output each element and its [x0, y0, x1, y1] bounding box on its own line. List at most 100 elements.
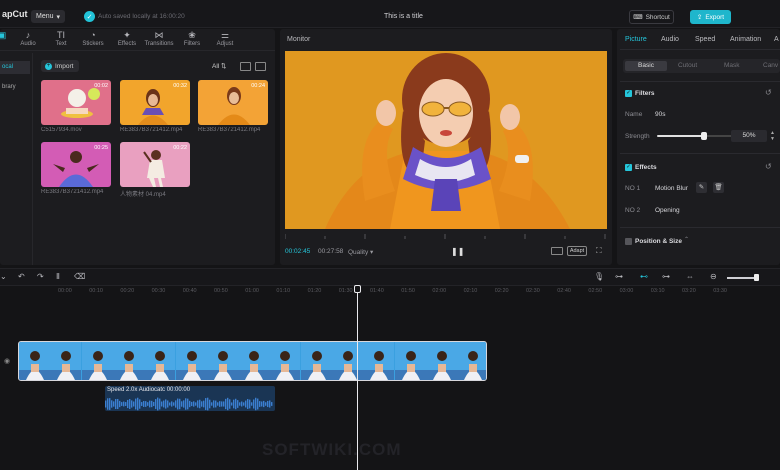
ruler-label: 00:30 — [151, 288, 166, 294]
sidebar-item-local[interactable]: ocal — [0, 61, 30, 74]
thumbnail-label: RE3837B3721412.mp4 — [41, 189, 104, 195]
video-preview[interactable] — [285, 51, 607, 229]
media-thumbnail[interactable]: 00:25 — [41, 142, 111, 187]
position-checkbox[interactable] — [625, 238, 632, 245]
export-button[interactable]: ⇪ Export — [690, 10, 731, 24]
tool-effects[interactable]: ✦ Effects — [111, 30, 143, 47]
total-time: 00:27:58 — [318, 248, 344, 255]
link-icon[interactable]: ⊶ — [615, 272, 623, 281]
import-button[interactable]: + Import — [41, 60, 79, 72]
tool-filters[interactable]: ❀ Filters — [176, 30, 208, 47]
tab-more[interactable]: A — [774, 36, 779, 43]
media-thumbnail[interactable]: 00:22 — [120, 142, 190, 187]
fullscreen-icon[interactable]: ⛶ — [596, 246, 602, 256]
video-clip[interactable] — [18, 341, 487, 381]
clip-frame — [19, 342, 50, 380]
zoom-slider-handle[interactable] — [754, 274, 759, 281]
stepper-icon[interactable]: ▲ ▼ — [770, 130, 775, 142]
clip-frame — [50, 342, 82, 380]
media-thumbnail[interactable]: 00:32 — [120, 80, 190, 125]
clip-frame — [112, 342, 144, 380]
split-icon[interactable]: Ⅱ — [56, 272, 60, 281]
media-thumbnail[interactable]: 00:02 — [41, 80, 111, 125]
pause-icon[interactable]: ❚❚ — [451, 247, 464, 256]
effects-title: Effects — [635, 164, 657, 171]
subtab-mask[interactable]: Mask — [724, 62, 740, 69]
filter-all-dropdown[interactable]: All ⇅ — [212, 62, 227, 70]
divider — [620, 153, 780, 154]
sidebar-item-library[interactable]: brary — [0, 81, 30, 94]
ruler-label: 00:00 — [58, 288, 72, 294]
zoom-out-icon[interactable]: ⊖ — [710, 272, 717, 281]
chevron-up-icon[interactable]: ⌃ — [684, 236, 689, 243]
strength-input[interactable]: 50% — [731, 130, 767, 142]
grid-view-icon[interactable] — [255, 62, 266, 71]
ruler-label: 03:30 — [713, 288, 727, 294]
menu-button[interactable]: Menu ▾ — [31, 10, 65, 23]
timeline-ruler[interactable]: 00:00 00:10 00:20 00:30 00:40 00:50 01:00 01:10… — [0, 287, 780, 297]
tab-animation[interactable]: Animation — [730, 36, 761, 43]
edit-icon[interactable]: ✎ — [696, 182, 707, 193]
ruler-label: 01:10 — [276, 288, 291, 294]
filter-name-value: 90s — [655, 111, 666, 118]
keyboard-icon: ⌨ — [633, 14, 643, 21]
clip-frame — [332, 342, 363, 380]
properties-panel: Picture Audio Speed Animation A Basic Cu… — [617, 29, 780, 265]
ratio-icon[interactable] — [551, 247, 563, 255]
media-thumbnail[interactable]: 00:24 — [198, 80, 268, 125]
save-status: Auto saved locally at 16:00:20 — [98, 13, 185, 20]
undo-icon[interactable]: ↶ — [18, 272, 25, 281]
snap-icon[interactable]: ⊶ — [662, 272, 670, 281]
project-title[interactable]: This is a title — [384, 13, 423, 20]
clip-frame — [425, 342, 457, 380]
audio-clip[interactable]: Speed 2.0x Audiocatc 00:00:00 — [105, 386, 275, 411]
filters-checkbox[interactable]: ✓ — [625, 90, 632, 97]
ruler-label: 03:20 — [682, 288, 696, 294]
playhead-handle[interactable] — [354, 285, 361, 293]
strength-slider-fill — [657, 135, 706, 137]
clip-frame — [394, 342, 426, 380]
delete-icon[interactable]: 🗑 — [713, 182, 724, 193]
sticker-icon: ◔ — [90, 30, 96, 40]
microphone-icon[interactable]: 🎙 — [594, 272, 604, 281]
ruler-label: 02:40 — [557, 288, 571, 294]
thumbnail-duration: 00:22 — [173, 145, 187, 151]
adapt-button[interactable]: Adapt — [567, 246, 587, 256]
thumbnail-duration: 00:32 — [173, 83, 187, 89]
track-visibility-icon[interactable]: ◉ — [4, 357, 10, 365]
clip-frame — [300, 342, 332, 380]
clip-frame — [175, 342, 207, 380]
tool-text[interactable]: TI Text — [45, 30, 77, 47]
tool-stickers[interactable]: ◔ Stickers — [77, 30, 109, 47]
tab-picture[interactable]: Picture — [625, 36, 647, 43]
redo-icon[interactable]: ↷ — [37, 272, 44, 281]
tool-transitions[interactable]: ⋈ Transitions — [143, 30, 175, 47]
clip-frame — [81, 342, 113, 380]
delete-icon[interactable]: ⌫ — [74, 272, 85, 281]
magnet-icon[interactable]: ⊷ — [640, 272, 648, 281]
tab-audio[interactable]: Audio — [661, 36, 679, 43]
chevron-down-icon[interactable]: ⌄ — [0, 272, 7, 281]
strength-slider-track[interactable] — [706, 135, 732, 137]
effect-row-label: NO 2 — [625, 207, 641, 214]
scrub-ruler[interactable] — [285, 232, 607, 240]
subtab-cutout[interactable]: Cutout — [678, 62, 697, 69]
list-view-icon[interactable] — [240, 62, 251, 71]
tool-label: Filters — [183, 41, 201, 47]
subtab-basic[interactable]: Basic — [625, 61, 667, 71]
reset-icon[interactable]: ↺ — [765, 162, 772, 171]
strength-slider-handle[interactable] — [701, 132, 707, 140]
tab-speed[interactable]: Speed — [695, 36, 715, 43]
tool-adjust[interactable]: ⚌ Adjust — [209, 30, 241, 47]
tool-audio[interactable]: ♪ Audio — [12, 30, 44, 47]
subtab-canvas[interactable]: Canv — [763, 62, 778, 69]
effects-checkbox[interactable]: ✓ — [625, 164, 632, 171]
quality-dropdown[interactable]: Quality ▾ — [348, 248, 373, 256]
position-title: Position & Size — [635, 238, 682, 245]
shortcut-button[interactable]: ⌨ Shortcut — [629, 10, 674, 24]
preview-axis-icon[interactable]: ⇔ — [686, 272, 694, 281]
ruler-label: 00:40 — [182, 288, 197, 294]
reset-icon[interactable]: ↺ — [765, 88, 772, 97]
effect-row-value: Opening — [655, 207, 680, 214]
plus-icon: + — [45, 62, 52, 70]
